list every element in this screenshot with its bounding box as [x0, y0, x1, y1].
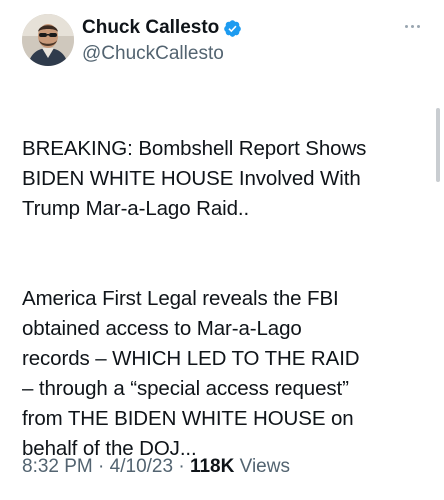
tweet-card: Chuck Callesto @ChuckCallesto BREAKING: … [0, 0, 444, 500]
more-dot [404, 24, 408, 28]
tweet-text: BREAKING: Bombshell Report Shows BIDEN W… [22, 104, 422, 494]
meta-separator: · [98, 456, 105, 477]
scrollbar[interactable] [436, 108, 440, 182]
display-name[interactable]: Chuck Callesto [82, 17, 219, 39]
author-names: Chuck Callesto @ChuckCallesto [82, 16, 242, 65]
tweet-header: Chuck Callesto @ChuckCallesto [22, 14, 427, 70]
views-count[interactable]: 118K [190, 456, 234, 477]
more-options-icon[interactable] [399, 16, 425, 36]
meta-separator: · [178, 456, 185, 477]
tweet-meta: 8:32 PM · 4/10/23 · 118K Views [22, 456, 290, 478]
tweet-paragraph: BREAKING: Bombshell Report Shows BIDEN W… [22, 137, 367, 220]
author-handle[interactable]: @ChuckCallesto [82, 43, 242, 65]
tweet-time[interactable]: 8:32 PM [22, 456, 93, 477]
avatar[interactable] [22, 14, 74, 66]
verified-badge-icon [224, 19, 242, 37]
tweet-paragraph: America First Legal reveals the FBI obta… [22, 287, 360, 460]
profile-photo-icon [22, 14, 74, 66]
tweet-date[interactable]: 4/10/23 [110, 456, 173, 477]
views-label: Views [239, 456, 290, 477]
more-dot [410, 24, 414, 28]
display-name-row: Chuck Callesto [82, 16, 242, 40]
more-dot [416, 24, 420, 28]
